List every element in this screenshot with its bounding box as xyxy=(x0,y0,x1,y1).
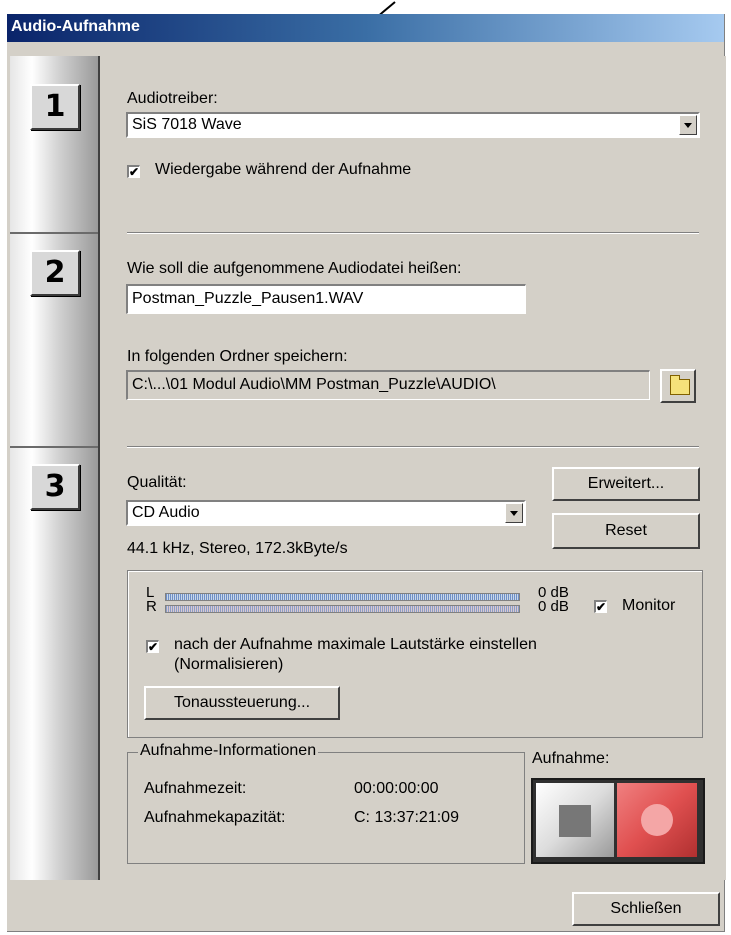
playback-checkbox[interactable]: ✔ xyxy=(127,165,140,178)
record-time-label: Aufnahmezeit: xyxy=(144,780,247,797)
filename-label: Wie soll die aufgenommene Audiodatei hei… xyxy=(127,260,462,277)
filename-input[interactable]: Postman_Puzzle_Pausen1.WAV xyxy=(126,284,526,314)
quality-select[interactable]: CD Audio xyxy=(126,500,526,526)
title-bar[interactable]: Audio-Aufnahme xyxy=(7,14,724,42)
window-title: Audio-Aufnahme xyxy=(11,18,140,35)
monitor-checkbox-label: Monitor xyxy=(622,597,676,614)
capacity-value: C: 13:37:21:09 xyxy=(354,809,459,826)
record-controls xyxy=(531,778,705,864)
reset-button[interactable]: Reset xyxy=(552,513,700,549)
folder-label: In folgenden Ordner speichern: xyxy=(127,348,348,365)
folder-icon xyxy=(670,375,690,395)
chevron-down-icon[interactable] xyxy=(679,115,697,135)
quality-info: 44.1 kHz, Stereo, 172.3kByte/s xyxy=(127,540,348,557)
checkmark-icon: ✔ xyxy=(596,600,607,614)
record-button[interactable] xyxy=(617,783,697,857)
driver-select[interactable]: SiS 7018 Wave xyxy=(126,112,700,138)
capacity-label: Aufnahmekapazität: xyxy=(144,809,286,826)
driver-select-value: SiS 7018 Wave xyxy=(132,116,242,133)
quality-label: Qualität: xyxy=(127,474,187,491)
meter-left-bar xyxy=(165,593,520,601)
stop-icon xyxy=(559,805,591,837)
checkmark-icon: ✔ xyxy=(129,165,140,179)
normalize-label-line1: nach der Aufnahme maximale Lautstärke ei… xyxy=(174,636,537,653)
step-1-badge: 1 xyxy=(30,84,80,130)
record-time-value: 00:00:00:00 xyxy=(354,780,439,797)
recording-info-group xyxy=(127,752,525,864)
browse-folder-button[interactable] xyxy=(660,369,696,403)
quality-select-value: CD Audio xyxy=(132,504,200,521)
section-divider xyxy=(127,446,699,448)
meter-right-bar xyxy=(165,605,520,613)
chevron-down-icon[interactable] xyxy=(505,503,523,523)
stop-button[interactable] xyxy=(536,783,614,857)
recording-info-title: Aufnahme-Informationen xyxy=(138,742,319,760)
monitor-checkbox[interactable]: ✔ xyxy=(594,600,607,613)
driver-label: Audiotreiber: xyxy=(127,90,218,107)
record-icon xyxy=(641,804,673,836)
normalize-label-line2: (Normalisieren) xyxy=(174,656,284,673)
close-button[interactable]: Schließen xyxy=(572,892,720,926)
folder-path-value: C:\...\01 Modul Audio\MM Postman_Puzzle\… xyxy=(132,376,496,393)
levels-button[interactable]: Tonaussteuerung... xyxy=(144,686,340,720)
advanced-button[interactable]: Erweitert... xyxy=(552,467,700,501)
filename-input-value: Postman_Puzzle_Pausen1.WAV xyxy=(132,290,364,307)
folder-path-field: C:\...\01 Modul Audio\MM Postman_Puzzle\… xyxy=(126,370,650,400)
step-3-badge: 3 xyxy=(30,464,80,510)
step-separator xyxy=(10,446,100,448)
playback-checkbox-label: Wiedergabe während der Aufnahme xyxy=(155,161,412,178)
step-separator xyxy=(10,232,100,234)
step-2-badge: 2 xyxy=(30,250,80,296)
normalize-checkbox[interactable]: ✔ xyxy=(146,640,159,653)
section-divider xyxy=(127,232,699,234)
meter-right-db: 0 dB xyxy=(538,598,569,615)
record-controls-label: Aufnahme: xyxy=(532,750,610,767)
meter-right-label: R xyxy=(146,598,157,615)
checkmark-icon: ✔ xyxy=(148,640,159,654)
